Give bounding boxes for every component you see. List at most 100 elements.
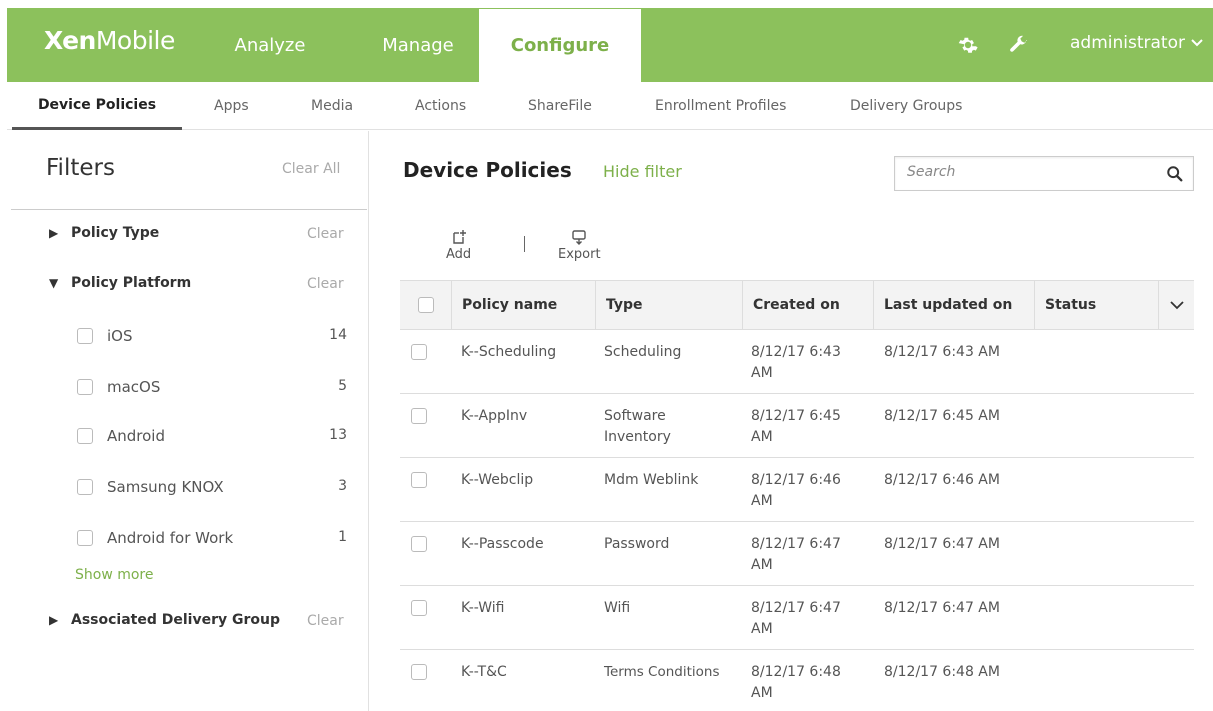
search-box	[894, 156, 1194, 191]
export-label: Export	[558, 247, 601, 262]
show-more-link[interactable]: Show more	[75, 567, 154, 583]
select-all-cell	[400, 281, 451, 329]
type-cell: Password	[604, 536, 670, 552]
toolbar-separator	[524, 236, 525, 252]
checkbox[interactable]	[77, 428, 93, 444]
table-row[interactable]: K--AppInv Software Inventory 8/12/17 6:4…	[400, 394, 1194, 458]
created-on-cell: 8/12/17 6:48 AM	[751, 664, 841, 701]
type-cell: Scheduling	[604, 344, 682, 360]
filter-item-count: 3	[338, 478, 347, 494]
filter-group-label: Policy Platform	[71, 275, 192, 291]
row-checkbox[interactable]	[411, 472, 427, 488]
filter-group-policy-platform[interactable]: ▼ Policy Platform	[49, 275, 191, 291]
row-checkbox[interactable]	[411, 536, 427, 552]
column-policy-name[interactable]: Policy name	[451, 281, 597, 329]
clear-policy-platform-button[interactable]: Clear	[307, 276, 344, 292]
row-checkbox[interactable]	[411, 344, 427, 360]
checkbox[interactable]	[77, 530, 93, 546]
policy-name-cell: K--Scheduling	[461, 344, 557, 360]
table-header: Policy name Type Created on Last updated…	[400, 280, 1194, 330]
row-checkbox[interactable]	[411, 600, 427, 616]
created-on-cell: 8/12/17 6:46 AM	[751, 472, 841, 509]
clear-all-button[interactable]: Clear All	[282, 161, 340, 177]
top-navigation-bar: XenMobile Analyze Manage Configure admin…	[7, 8, 1213, 82]
tab-enrollment-profiles[interactable]: Enrollment Profiles	[655, 82, 786, 130]
filter-group-policy-type[interactable]: ▶ Policy Type	[49, 225, 159, 241]
nav-manage[interactable]: Manage	[363, 8, 473, 82]
row-checkbox[interactable]	[411, 664, 427, 680]
filter-group-delivery-group[interactable]: ▶ Associated Delivery Group	[49, 612, 280, 628]
filter-item-label: macOS	[107, 378, 161, 396]
logo-light-text: Mobile	[95, 26, 176, 55]
column-last-updated-on[interactable]: Last updated on	[873, 281, 1034, 329]
search-icon[interactable]	[1166, 165, 1184, 183]
tab-media[interactable]: Media	[311, 82, 353, 130]
xenmobile-logo[interactable]: XenMobile	[44, 26, 175, 55]
nav-configure[interactable]: Configure	[479, 9, 641, 82]
created-on-cell: 8/12/17 6:47 AM	[751, 600, 841, 637]
triangle-right-icon: ▶	[49, 226, 59, 240]
column-created-on[interactable]: Created on	[742, 281, 874, 329]
checkbox[interactable]	[77, 379, 93, 395]
type-cell: Wifi	[604, 600, 631, 616]
column-type[interactable]: Type	[595, 281, 741, 329]
table-row[interactable]: K--Webclip Mdm Weblink 8/12/17 6:46 AM 8…	[400, 458, 1194, 522]
add-button[interactable]: Add	[446, 229, 471, 262]
created-on-cell: 8/12/17 6:47 AM	[751, 536, 841, 573]
filters-title: Filters	[46, 155, 115, 181]
export-icon	[572, 230, 586, 245]
filter-group-label: Policy Type	[71, 225, 160, 241]
row-checkbox[interactable]	[411, 408, 427, 424]
clear-policy-type-button[interactable]: Clear	[307, 226, 344, 242]
tab-apps[interactable]: Apps	[214, 82, 249, 130]
filter-item-samsung-knox[interactable]: Samsung KNOX 3	[77, 476, 347, 498]
policy-name-cell: K--Webclip	[461, 472, 534, 488]
filter-item-label: iOS	[107, 327, 133, 345]
filter-item-macos[interactable]: macOS 5	[77, 376, 347, 398]
type-cell: Terms Conditions	[604, 664, 720, 680]
last-updated-cell: 8/12/17 6:47 AM	[884, 536, 1000, 552]
tab-sharefile[interactable]: ShareFile	[528, 82, 592, 130]
table-row[interactable]: K--Passcode Password 8/12/17 6:47 AM 8/1…	[400, 522, 1194, 586]
column-status[interactable]: Status	[1034, 281, 1158, 329]
clear-delivery-group-button[interactable]: Clear	[307, 613, 344, 629]
table-row[interactable]: K--T&C Terms Conditions 8/12/17 6:48 AM …	[400, 650, 1194, 711]
last-updated-cell: 8/12/17 6:48 AM	[884, 664, 1000, 680]
hide-filter-link[interactable]: Hide filter	[603, 162, 682, 181]
select-all-checkbox[interactable]	[417, 297, 434, 313]
user-name: administrator	[1070, 33, 1185, 53]
checkbox[interactable]	[77, 328, 93, 344]
type-cell: Mdm Weblink	[604, 472, 699, 488]
logo-bold-text: Xen	[44, 26, 96, 55]
created-on-cell: 8/12/17 6:45 AM	[751, 408, 841, 445]
last-updated-cell: 8/12/17 6:43 AM	[884, 344, 1000, 360]
user-menu[interactable]: administrator	[1070, 33, 1203, 53]
search-input[interactable]	[907, 164, 1147, 180]
wrench-icon[interactable]	[1007, 34, 1029, 56]
filters-panel: Filters Clear All ▶ Policy Type Clear ▼ …	[7, 131, 369, 711]
tab-delivery-groups[interactable]: Delivery Groups	[850, 82, 962, 130]
filter-item-android[interactable]: Android 13	[77, 425, 347, 447]
last-updated-cell: 8/12/17 6:46 AM	[884, 472, 1000, 488]
last-updated-cell: 8/12/17 6:47 AM	[884, 600, 1000, 616]
checkbox[interactable]	[77, 479, 93, 495]
policy-name-cell: K--T&C	[461, 664, 507, 680]
page-title: Device Policies	[403, 158, 572, 182]
column-options-button[interactable]	[1158, 281, 1194, 329]
add-document-icon	[452, 230, 466, 244]
filter-item-label: Android	[107, 427, 165, 445]
gear-icon[interactable]	[957, 34, 979, 56]
filter-item-ios[interactable]: iOS 14	[77, 325, 347, 347]
export-button[interactable]: Export	[558, 229, 601, 262]
policy-name-cell: K--Passcode	[461, 536, 544, 552]
table-row[interactable]: K--Scheduling Scheduling 8/12/17 6:43 AM…	[400, 330, 1194, 394]
triangle-right-icon: ▶	[49, 613, 59, 627]
tab-device-policies[interactable]: Device Policies	[12, 82, 182, 130]
nav-analyze[interactable]: Analyze	[215, 8, 325, 82]
chevron-down-icon	[1169, 300, 1184, 309]
table-row[interactable]: K--Wifi Wifi 8/12/17 6:47 AM 8/12/17 6:4…	[400, 586, 1194, 650]
triangle-down-icon: ▼	[49, 276, 59, 290]
tab-actions[interactable]: Actions	[415, 82, 466, 130]
filters-divider	[11, 209, 367, 210]
filter-item-android-for-work[interactable]: Android for Work 1	[77, 527, 347, 549]
